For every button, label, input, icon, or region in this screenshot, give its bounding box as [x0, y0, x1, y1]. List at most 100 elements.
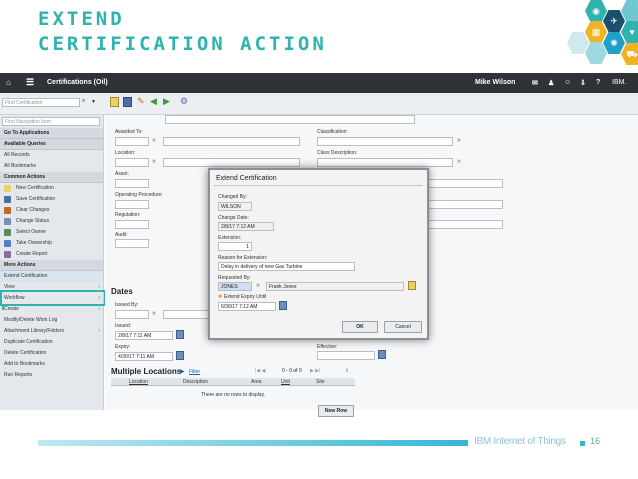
workflow-icon[interactable]: ⚙: [180, 96, 188, 107]
new-icon: [4, 185, 11, 192]
asset-side-field: [425, 179, 503, 188]
sidebar-more-header[interactable]: More Actions: [0, 260, 103, 271]
sidebar-item-attachments[interactable]: Attachment Library/Folders ›: [0, 326, 103, 337]
people-icon[interactable]: ☺: [564, 79, 571, 86]
calendar-icon[interactable]: [176, 330, 184, 339]
reason-label: Reason for Extension:: [218, 255, 268, 261]
user-name[interactable]: Mike Wilson: [475, 79, 515, 86]
sidebar-item-delete[interactable]: Delete Certification: [0, 348, 103, 359]
detail-menu-icon[interactable]: [408, 281, 416, 290]
sidebar-item-create-report[interactable]: Create Report: [0, 249, 103, 260]
awarded-to-input[interactable]: [115, 137, 149, 146]
ibm-logo: IBM.: [612, 79, 627, 86]
sidebar-common-header[interactable]: Common Actions: [0, 172, 103, 183]
search-icon[interactable]: ⌕: [82, 98, 85, 105]
pager-next[interactable]: ▶ ▶|: [310, 368, 320, 374]
location-input[interactable]: [115, 158, 149, 167]
audit-input[interactable]: [115, 239, 149, 248]
col-location[interactable]: Location: [129, 379, 148, 385]
double-arrow-icon[interactable]: »: [152, 137, 156, 145]
globe-icon: ◉: [585, 0, 607, 22]
asset-input[interactable]: [115, 179, 149, 188]
save-icon[interactable]: [123, 97, 132, 107]
find-certification-input[interactable]: Find Certification: [2, 98, 80, 107]
double-arrow-icon[interactable]: »: [256, 282, 260, 290]
sidebar-item-change-status[interactable]: Change Status: [0, 216, 103, 227]
issued-by-label: Issued By:: [115, 302, 139, 308]
highlight-callout: [0, 290, 106, 306]
nav-search-input[interactable]: Find Navigation Item: [2, 117, 100, 126]
hex-tile: [567, 32, 589, 54]
pager-nav[interactable]: |◀ ◀: [255, 368, 265, 374]
sidebar-item-reports[interactable]: Run Reports: [0, 370, 103, 381]
footer-brand: IBM Internet of Things: [474, 436, 566, 447]
menu-icon[interactable]: ☰: [26, 77, 34, 88]
pager-text: 0 - 0 of 0: [282, 368, 302, 374]
sidebar-item-take-ownership[interactable]: Take Ownership: [0, 238, 103, 249]
reason-input[interactable]: Delay in delivery of new Gas Turbine: [218, 262, 355, 271]
status-icon: [4, 218, 11, 225]
col-area[interactable]: Area: [251, 379, 262, 385]
effective-input[interactable]: [317, 351, 375, 360]
double-arrow-icon[interactable]: »: [152, 310, 156, 318]
filter-icon[interactable]: ▶: [180, 368, 185, 375]
sidebar-item-extend[interactable]: Extend Certification: [0, 271, 103, 282]
sidebar-item-save[interactable]: Save Certification: [0, 194, 103, 205]
issued-input[interactable]: 2/8/17 7:11 AM: [115, 331, 173, 340]
required-marker-icon: ✱: [218, 294, 223, 300]
description-field[interactable]: [165, 115, 415, 124]
cancel-button[interactable]: Cancel: [384, 321, 422, 333]
home-icon[interactable]: ⌂: [6, 78, 11, 87]
heart-icon: ♥: [621, 21, 638, 43]
chevron-down-icon[interactable]: ▼: [91, 99, 96, 105]
dialog-divider: [214, 185, 423, 186]
sidebar-item-work-log[interactable]: Modify/Delete Work Log: [0, 315, 103, 326]
col-unit[interactable]: Unit: [281, 379, 290, 385]
calendar-icon[interactable]: [378, 350, 386, 359]
expiry-until-input[interactable]: 6/30/17 7:12 AM: [218, 302, 276, 311]
sidebar-item-all-bookmarks[interactable]: All Bookmarks: [0, 161, 103, 172]
sidebar-item-select-owner[interactable]: Select Owner: [0, 227, 103, 238]
toolbar: Find Certification ⌕ ▼ ✎ ◀ ▶ ⚙: [0, 93, 638, 115]
extend-certification-dialog: Extend Certification Changed By: WILSON …: [208, 168, 429, 340]
col-description[interactable]: Description: [183, 379, 208, 385]
profile-icon[interactable]: ♟: [548, 79, 554, 87]
sidebar-item-bookmarks[interactable]: Add to Bookmarks: [0, 359, 103, 370]
double-arrow-icon[interactable]: »: [457, 137, 461, 145]
double-arrow-icon[interactable]: »: [457, 158, 461, 166]
requested-by-input[interactable]: JONES: [218, 282, 252, 291]
sidebar-item-all-records[interactable]: All Records: [0, 150, 103, 161]
sidebar-item-new[interactable]: New Certification: [0, 183, 103, 194]
extension-input[interactable]: 1: [218, 242, 252, 251]
calendar-icon[interactable]: [176, 351, 184, 360]
regulation-input[interactable]: [115, 220, 149, 229]
hex-tile: [585, 42, 607, 64]
sidebar-item-duplicate[interactable]: Duplicate Certification: [0, 337, 103, 348]
operating-procedure-input[interactable]: [115, 200, 149, 209]
new-row-button[interactable]: New Row: [318, 405, 354, 417]
expiry-label: Expiry:: [115, 344, 131, 350]
expiry-input[interactable]: 4/30/17 7:11 AM: [115, 352, 173, 361]
chat-icon[interactable]: ✉: [532, 79, 538, 87]
filter-link[interactable]: Filter: [189, 369, 200, 375]
calendar-icon[interactable]: [279, 301, 287, 310]
double-arrow-icon[interactable]: »: [152, 158, 156, 166]
sidebar-queries-header[interactable]: Available Queries: [0, 139, 103, 150]
arrow-right-icon[interactable]: ▶: [163, 96, 170, 107]
requested-by-label: Requested By:: [218, 275, 251, 281]
sidebar-go-to-apps[interactable]: Go To Applications: [0, 128, 103, 139]
download-icon[interactable]: ⇩: [345, 368, 349, 374]
issued-by-input[interactable]: [115, 310, 149, 319]
download-icon[interactable]: ⇩: [580, 79, 586, 87]
ok-button[interactable]: OK: [342, 321, 378, 333]
arrow-left-icon[interactable]: ◀: [150, 96, 157, 107]
table-empty-message: There are no rows to display.: [201, 392, 266, 398]
edit-icon[interactable]: ✎: [137, 96, 145, 107]
new-record-icon[interactable]: [110, 97, 119, 107]
expiry-until-label: Extend Expiry Until: [224, 294, 267, 300]
classification-input[interactable]: [317, 137, 453, 146]
sidebar-item-clear[interactable]: Clear Changes: [0, 205, 103, 216]
col-site[interactable]: Site: [316, 379, 325, 385]
procedure-side-field: [425, 200, 503, 209]
help-icon[interactable]: ?: [596, 79, 600, 86]
